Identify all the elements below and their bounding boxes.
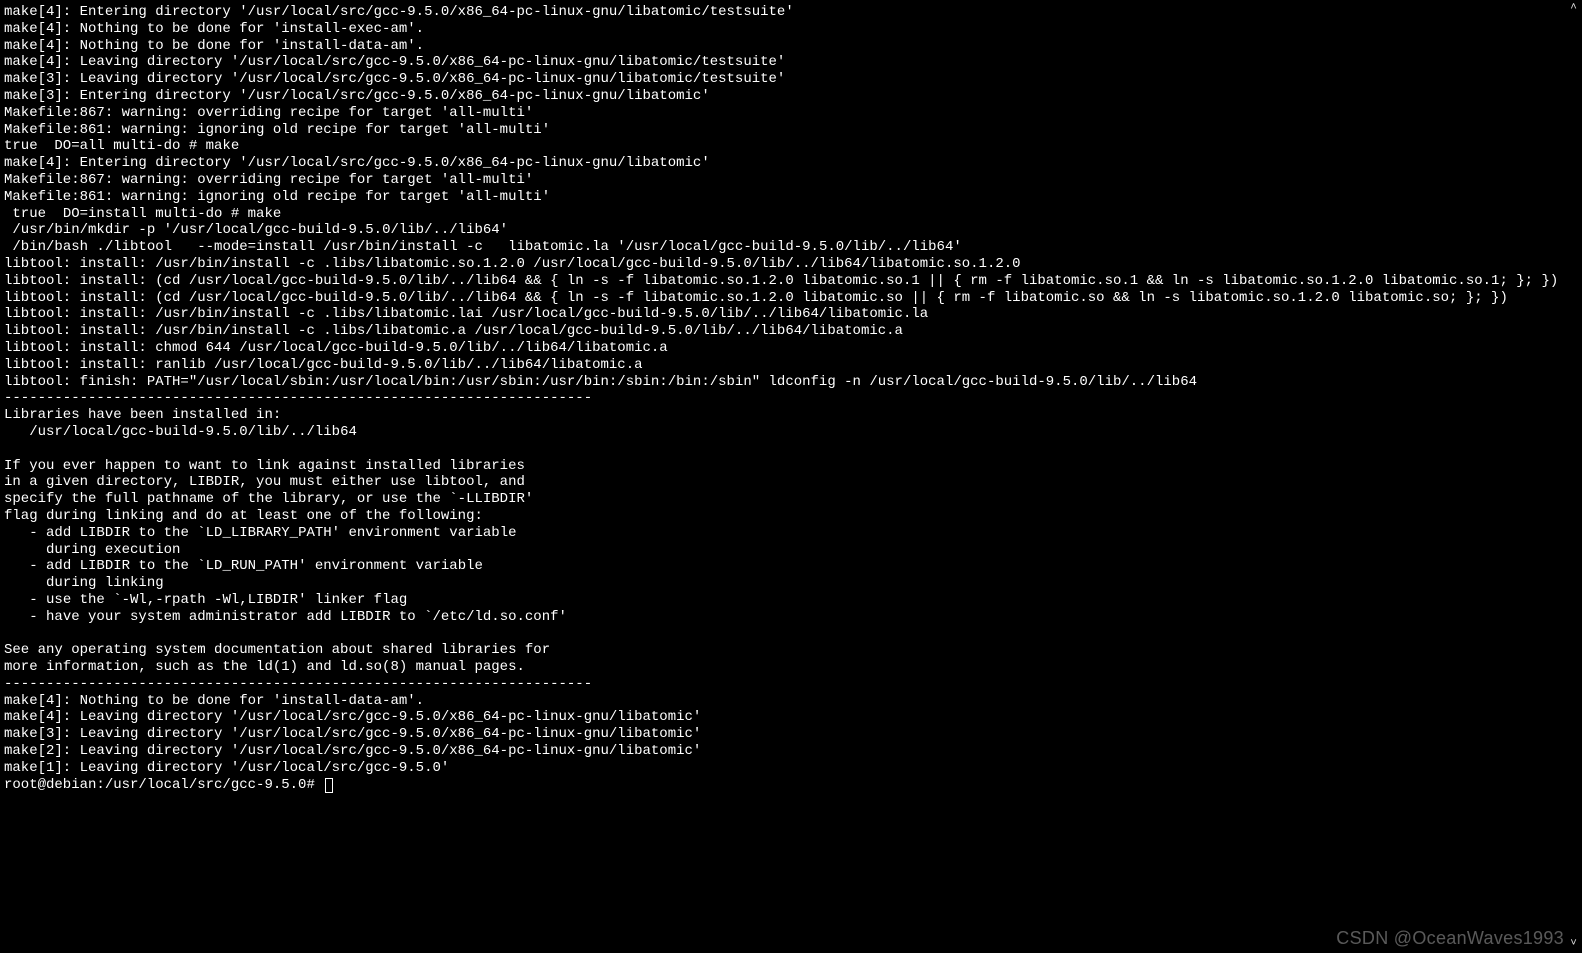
scroll-up-arrow-icon[interactable]: ˄ [1565,0,1582,17]
prompt-text: root@debian:/usr/local/src/gcc-9.5.0# [4,777,323,794]
terminal-line [4,625,1560,642]
terminal-line: more information, such as the ld(1) and … [4,659,1560,676]
terminal-line: - use the `-Wl,-rpath -Wl,LIBDIR' linker… [4,592,1560,609]
terminal-prompt[interactable]: root@debian:/usr/local/src/gcc-9.5.0# [4,777,1560,794]
terminal-line: /usr/local/gcc-build-9.5.0/lib/../lib64 [4,424,1560,441]
terminal-line: make[3]: Leaving directory '/usr/local/s… [4,71,1560,88]
terminal-line: - have your system administrator add LIB… [4,609,1560,626]
terminal-line: in a given directory, LIBDIR, you must e… [4,474,1560,491]
terminal-line: - add LIBDIR to the `LD_LIBRARY_PATH' en… [4,525,1560,542]
terminal-line: libtool: install: chmod 644 /usr/local/g… [4,340,1560,357]
terminal-line: If you ever happen to want to link again… [4,458,1560,475]
terminal-line: Makefile:861: warning: ignoring old reci… [4,122,1560,139]
terminal-line: make[1]: Leaving directory '/usr/local/s… [4,760,1560,777]
terminal-line: libtool: finish: PATH="/usr/local/sbin:/… [4,374,1560,391]
vertical-scrollbar[interactable]: ˄ ˅ [1565,0,1582,953]
terminal-line: Libraries have been installed in: [4,407,1560,424]
cursor-icon [325,778,333,793]
terminal-line: during execution [4,542,1560,559]
terminal-line: libtool: install: (cd /usr/local/gcc-bui… [4,290,1560,307]
terminal-line: make[4]: Entering directory '/usr/local/… [4,155,1560,172]
terminal-line: make[4]: Leaving directory '/usr/local/s… [4,709,1560,726]
terminal-line: true DO=install multi-do # make [4,206,1560,223]
terminal-output[interactable]: make[4]: Entering directory '/usr/local/… [0,0,1564,797]
terminal-line: specify the full pathname of the library… [4,491,1560,508]
terminal-line [4,441,1560,458]
scroll-down-arrow-icon[interactable]: ˅ [1565,936,1582,953]
terminal-line: libtool: install: /usr/bin/install -c .l… [4,256,1560,273]
terminal-line: ----------------------------------------… [4,390,1560,407]
terminal-line: during linking [4,575,1560,592]
terminal-line: See any operating system documentation a… [4,642,1560,659]
terminal-line: Makefile:867: warning: overriding recipe… [4,172,1560,189]
terminal-line: make[4]: Entering directory '/usr/local/… [4,4,1560,21]
terminal-line: make[3]: Entering directory '/usr/local/… [4,88,1560,105]
terminal-line: Makefile:867: warning: overriding recipe… [4,105,1560,122]
terminal-line: libtool: install: /usr/bin/install -c .l… [4,306,1560,323]
terminal-line: make[4]: Nothing to be done for 'install… [4,693,1560,710]
terminal-line: flag during linking and do at least one … [4,508,1560,525]
terminal-line: make[2]: Leaving directory '/usr/local/s… [4,743,1560,760]
terminal-line: make[3]: Leaving directory '/usr/local/s… [4,726,1560,743]
terminal-line: /usr/bin/mkdir -p '/usr/local/gcc-build-… [4,222,1560,239]
terminal-line: true DO=all multi-do # make [4,138,1560,155]
terminal-line: make[4]: Leaving directory '/usr/local/s… [4,54,1560,71]
terminal-line: - add LIBDIR to the `LD_RUN_PATH' enviro… [4,558,1560,575]
terminal-line: /bin/bash ./libtool --mode=install /usr/… [4,239,1560,256]
terminal-line: ----------------------------------------… [4,676,1560,693]
terminal-line: libtool: install: (cd /usr/local/gcc-bui… [4,273,1560,290]
terminal-line: make[4]: Nothing to be done for 'install… [4,38,1560,55]
terminal-line: libtool: install: /usr/bin/install -c .l… [4,323,1560,340]
terminal-line: libtool: install: ranlib /usr/local/gcc-… [4,357,1560,374]
watermark-text: CSDN @OceanWaves1993 [1336,930,1564,947]
terminal-line: make[4]: Nothing to be done for 'install… [4,21,1560,38]
terminal-line: Makefile:861: warning: ignoring old reci… [4,189,1560,206]
